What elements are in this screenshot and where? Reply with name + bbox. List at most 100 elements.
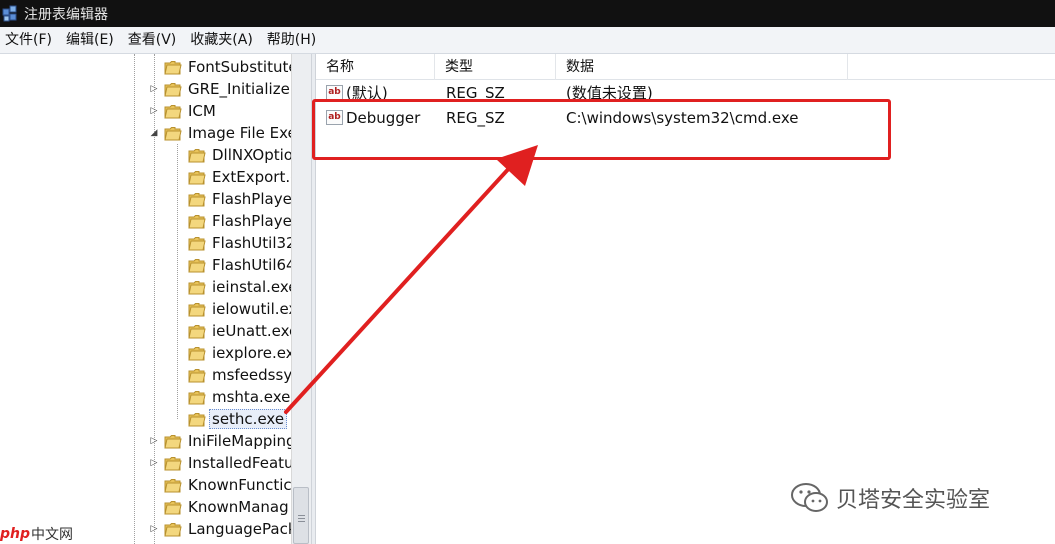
menu-help[interactable]: 帮助(H): [260, 27, 323, 54]
tree-item[interactable]: mshta.exe: [188, 386, 291, 408]
registry-editor-icon: [2, 5, 20, 23]
tree-item-label: ExtExport.e: [212, 168, 291, 186]
folder-icon: [188, 346, 206, 361]
column-type[interactable]: 类型: [435, 54, 556, 80]
tree-item[interactable]: KnownFunctic: [164, 474, 291, 496]
collapsed-arrow-icon[interactable]: ▷: [149, 84, 159, 94]
folder-icon: [188, 170, 206, 185]
tree-item[interactable]: LanguagePack: [164, 518, 291, 540]
tree-item-label: ICM: [188, 102, 216, 120]
scroll-grip: [298, 515, 305, 516]
menu-edit[interactable]: 编辑(E): [59, 27, 121, 54]
tree-item[interactable]: ExtExport.e: [188, 166, 291, 188]
site-logo-text: 中文网: [31, 526, 74, 543]
tree-item[interactable]: FlashPlayer: [188, 188, 291, 210]
tree-scrollbar[interactable]: [291, 54, 311, 544]
tree-item[interactable]: Image File Exe: [164, 122, 291, 144]
annotation-highlight-box: [312, 99, 891, 160]
tree-item[interactable]: FlashUtil32: [188, 232, 291, 254]
folder-icon: [188, 280, 206, 295]
tree-item-label: sethc.exe: [209, 409, 288, 429]
wechat-icon: [790, 480, 830, 516]
folder-icon: [188, 324, 206, 339]
tree-item[interactable]: sethc.exe: [188, 408, 291, 430]
tree-scroll-thumb[interactable]: [293, 487, 309, 544]
column-name[interactable]: 名称: [316, 54, 435, 80]
scroll-grip: [298, 521, 305, 522]
folder-icon: [188, 390, 206, 405]
folder-icon: [164, 456, 182, 471]
folder-icon: [164, 434, 182, 449]
tree-item-label: KnownFunctic: [188, 476, 291, 494]
folder-icon: [164, 104, 182, 119]
collapsed-arrow-icon[interactable]: ▷: [149, 524, 159, 534]
tree-item[interactable]: ieinstal.exe: [188, 276, 291, 298]
tree-item-label: FlashUtil64: [212, 256, 291, 274]
title-bar: 注册表编辑器: [0, 0, 1055, 27]
menu-view[interactable]: 查看(V): [121, 27, 184, 54]
list-header: 名称 类型 数据: [316, 54, 1055, 80]
tree-item[interactable]: ielowutil.ex: [188, 298, 291, 320]
tree-item[interactable]: iexplore.ex: [188, 342, 291, 364]
tree-item[interactable]: KnownManag: [164, 496, 291, 518]
tree-item-label: KnownManag: [188, 498, 289, 516]
php-logo-mark: php: [0, 525, 31, 542]
tree-item-label: FlashUtil32: [212, 234, 291, 252]
tree-item[interactable]: GRE_Initialize: [164, 78, 291, 100]
folder-icon: [164, 522, 182, 537]
tree-item-label: FlashPlayer: [212, 190, 291, 208]
folder-icon: [188, 368, 206, 383]
tree-item-label: GRE_Initialize: [188, 80, 290, 98]
folder-icon: [164, 500, 182, 515]
folder-icon: [188, 412, 206, 427]
tree-item[interactable]: IniFileMapping: [164, 430, 291, 452]
tree-item-label: msfeedssyn: [212, 366, 291, 384]
tree-item-label: DllNXOptio: [212, 146, 291, 164]
string-value-icon: ab: [326, 85, 343, 100]
tree-item-label: FlashPlayer: [212, 212, 291, 230]
tree-item-label: LanguagePack: [188, 520, 291, 538]
folder-icon: [164, 478, 182, 493]
tree-item[interactable]: FontSubstitute: [164, 56, 291, 78]
site-logo: php 中文网: [0, 523, 74, 544]
tree-guide-line: [134, 54, 135, 544]
tree-item[interactable]: FlashPlayer: [188, 210, 291, 232]
folder-icon: [188, 148, 206, 163]
folder-icon: [188, 192, 206, 207]
watermark: 贝塔安全实验室: [790, 478, 990, 518]
menu-favorites[interactable]: 收藏夹(A): [183, 27, 260, 54]
tree-item[interactable]: DllNXOptio: [188, 144, 291, 166]
tree-item-label: ieUnatt.exe: [212, 322, 291, 340]
tree-item[interactable]: InstalledFeatu: [164, 452, 291, 474]
folder-icon: [188, 258, 206, 273]
folder-icon: [188, 302, 206, 317]
collapsed-arrow-icon[interactable]: ▷: [149, 458, 159, 468]
collapsed-arrow-icon[interactable]: ▷: [149, 436, 159, 446]
tree-item-label: mshta.exe: [212, 388, 291, 406]
menu-bar: 文件(F) 编辑(E) 查看(V) 收藏夹(A) 帮助(H): [0, 27, 1055, 54]
tree-item-label: FontSubstitute: [188, 58, 291, 76]
window-title: 注册表编辑器: [24, 6, 108, 23]
folder-icon: [188, 236, 206, 251]
folder-icon: [164, 126, 182, 141]
tree-item-label: Image File Exe: [188, 124, 291, 142]
collapsed-arrow-icon[interactable]: ▷: [149, 106, 159, 116]
tree-item[interactable]: msfeedssyn: [188, 364, 291, 386]
tree-item-label: InstalledFeatu: [188, 454, 291, 472]
watermark-text: 贝塔安全实验室: [836, 488, 991, 513]
tree-item-label: IniFileMapping: [188, 432, 291, 450]
tree-item[interactable]: ICM: [164, 100, 291, 122]
tree-item-label: ielowutil.ex: [212, 300, 291, 318]
scroll-grip: [298, 518, 305, 519]
registry-key-tree[interactable]: FontSubstitute GRE_Initialize ▷ ICM ▷ Image F…: [0, 54, 311, 544]
column-data[interactable]: 数据: [556, 54, 848, 80]
expanded-arrow-icon[interactable]: ◢: [149, 128, 159, 138]
tree-guide-line: [177, 144, 178, 419]
folder-icon: [188, 214, 206, 229]
tree-item[interactable]: FlashUtil64: [188, 254, 291, 276]
folder-icon: [164, 82, 182, 97]
tree-item-label: ieinstal.exe: [212, 278, 291, 296]
tree-item[interactable]: ieUnatt.exe: [188, 320, 291, 342]
menu-file[interactable]: 文件(F): [0, 27, 59, 54]
tree-item-label: iexplore.ex: [212, 344, 291, 362]
